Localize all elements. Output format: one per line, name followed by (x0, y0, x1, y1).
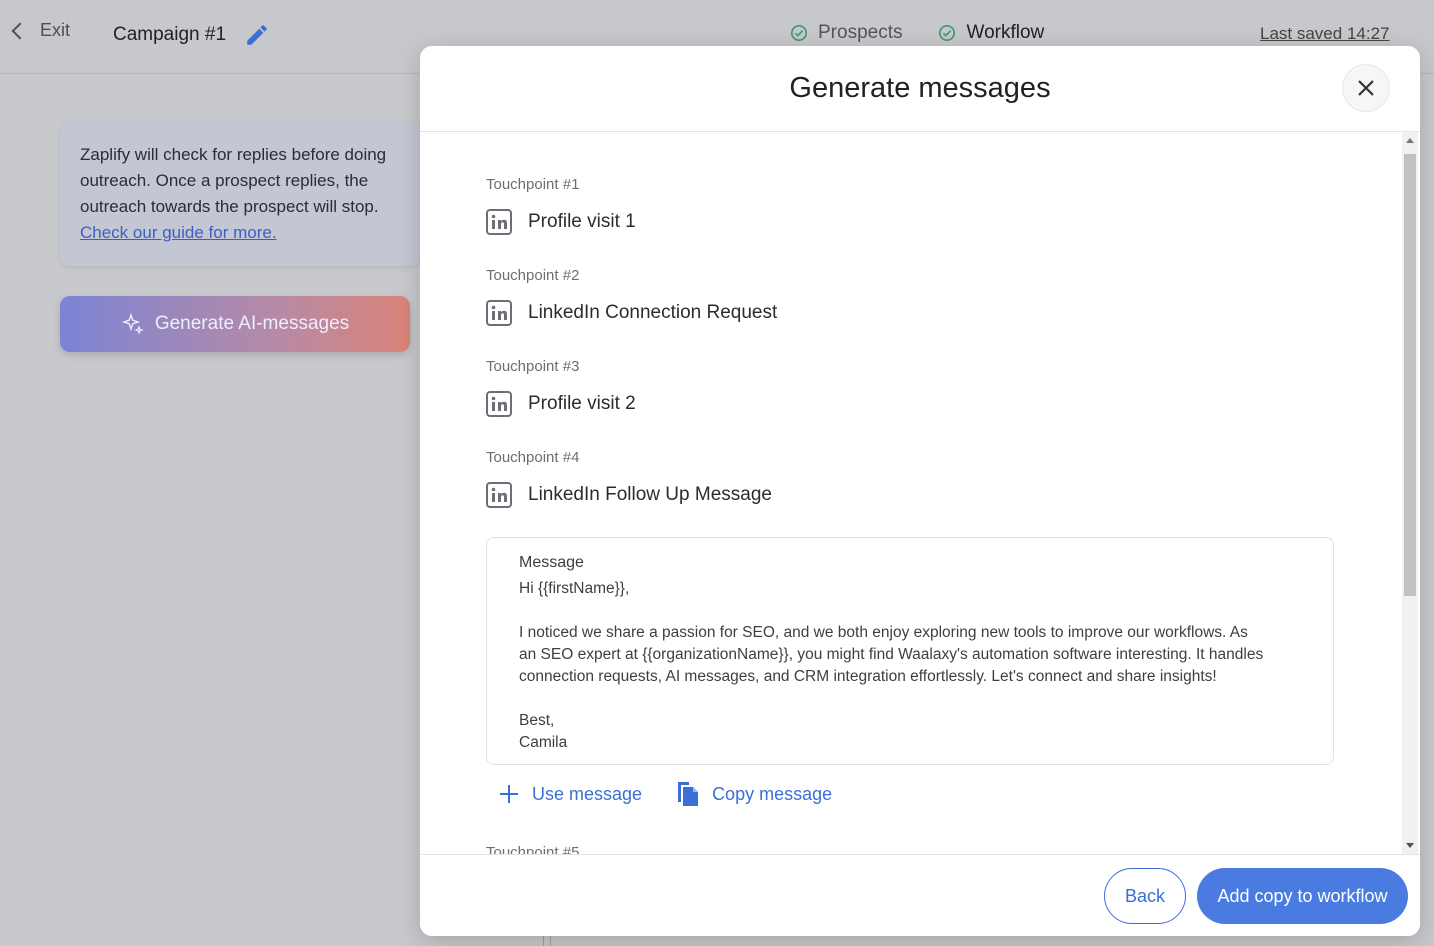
scrollbar[interactable] (1402, 132, 1418, 854)
check-circle-icon (939, 24, 956, 42)
linkedin-icon (486, 391, 512, 417)
check-circle-icon (790, 24, 808, 42)
message-line: Camila (519, 734, 568, 751)
scroll-up-arrow-icon[interactable] (1406, 138, 1414, 143)
touchpoint-1: Touchpoint #1 Profile visit 1 (486, 176, 636, 235)
touchpoint-4: Touchpoint #4 LinkedIn Follow Up Message (486, 449, 772, 508)
touchpoint-name: LinkedIn Follow Up Message (528, 484, 772, 505)
back-button[interactable]: Back (1104, 868, 1186, 924)
touchpoint-row: LinkedIn Connection Request (486, 300, 777, 326)
modal-body[interactable]: Touchpoint #1 Profile visit 1 Touchpoint… (420, 132, 1420, 854)
linkedin-icon (486, 209, 512, 235)
info-card: Zaplify will check for replies before do… (60, 122, 420, 266)
touchpoint-row: Profile visit 1 (486, 209, 636, 235)
message-line: I noticed we share a passion for SEO, an… (519, 624, 1248, 641)
message-line: connection requests, AI messages, and CR… (519, 668, 1217, 685)
touchpoint-label: Touchpoint #2 (486, 267, 580, 284)
scroll-thumb[interactable] (1404, 154, 1416, 596)
linkedin-icon (486, 482, 512, 508)
message-line (519, 688, 1301, 710)
copy-message-label: Copy message (712, 783, 833, 804)
pencil-icon[interactable] (244, 22, 270, 48)
guide-link[interactable]: Check our guide for more. (80, 220, 402, 246)
touchpoint-label-partial: Touchpoint #5 (486, 844, 580, 854)
generate-label: Generate AI-messages (154, 313, 350, 334)
message-line: an SEO expert at {{organizationName}}, y… (519, 646, 1264, 663)
generate-messages-modal: Generate messages Touchpoint #1 Profile … (420, 46, 1420, 936)
add-copy-to-workflow-button[interactable]: Add copy to workflow (1197, 868, 1408, 924)
linkedin-icon (486, 300, 512, 326)
touchpoint-2: Touchpoint #2 LinkedIn Connection Reques… (486, 267, 777, 326)
step-label: Workflow (966, 22, 1045, 43)
step-workflow[interactable]: Workflow (938, 22, 1044, 44)
copy-icon (678, 782, 699, 806)
step-label: Prospects (818, 22, 903, 43)
close-button[interactable] (1342, 64, 1390, 112)
campaign-name: Campaign #1 (113, 24, 227, 45)
message-line: Hi {{firstName}}, (519, 580, 630, 597)
generate-ai-messages-button[interactable]: Generate AI-messages (60, 296, 410, 352)
touchpoint-name: Profile visit 2 (528, 393, 636, 414)
close-icon (1358, 80, 1374, 96)
touchpoint-label: Touchpoint #3 (486, 358, 580, 375)
sparkle-icon (121, 312, 144, 335)
step-nav: Prospects Workflow (790, 22, 1044, 44)
touchpoint-name: LinkedIn Connection Request (528, 302, 778, 323)
campaign-title: Campaign #1 (113, 22, 270, 48)
modal-header: Generate messages (420, 46, 1420, 132)
use-message-label: Use message (532, 783, 643, 804)
modal-title: Generate messages (789, 72, 1051, 104)
last-saved-link[interactable]: Last saved 14:27 (1260, 24, 1389, 44)
use-message-button[interactable]: Use message (498, 780, 642, 808)
message-line: Best, (519, 712, 555, 729)
message-actions: Use message Copy message (498, 780, 832, 808)
chevron-left-icon (11, 22, 29, 39)
modal-footer: Back Add copy to workflow (420, 854, 1420, 936)
touchpoint-row: LinkedIn Follow Up Message (486, 482, 772, 508)
touchpoint-label: Touchpoint #4 (486, 449, 580, 466)
touchpoint-3: Touchpoint #3 Profile visit 2 (486, 358, 636, 417)
touchpoint-name: Profile visit 1 (528, 211, 636, 232)
plus-icon (500, 785, 518, 803)
message-label: Message (519, 554, 584, 571)
step-prospects[interactable]: Prospects (790, 22, 902, 44)
message-box[interactable]: Message Hi {{firstName}}, I noticed we s… (486, 537, 1334, 765)
info-text: Zaplify will check for replies before do… (80, 145, 387, 216)
copy-message-button[interactable]: Copy message (676, 780, 832, 808)
touchpoint-row: Profile visit 2 (486, 391, 636, 417)
exit-label: Exit (40, 20, 71, 40)
touchpoint-label: Touchpoint #1 (486, 176, 580, 193)
message-line (519, 600, 1301, 622)
exit-button[interactable]: Exit (10, 20, 70, 41)
scroll-down-arrow-icon[interactable] (1406, 843, 1414, 848)
